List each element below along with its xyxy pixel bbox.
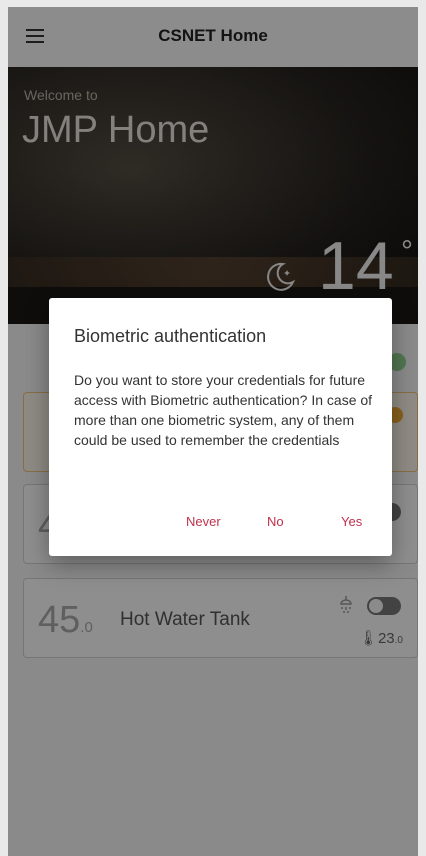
yes-button[interactable]: Yes <box>341 514 362 529</box>
dialog-title: Biometric authentication <box>74 326 267 346</box>
dialog-message: Do you want to store your credentials fo… <box>74 372 373 448</box>
no-button[interactable]: No <box>267 514 284 529</box>
biometric-dialog: Biometric authentication Do you want to … <box>49 298 392 556</box>
never-button[interactable]: Never <box>186 514 221 529</box>
